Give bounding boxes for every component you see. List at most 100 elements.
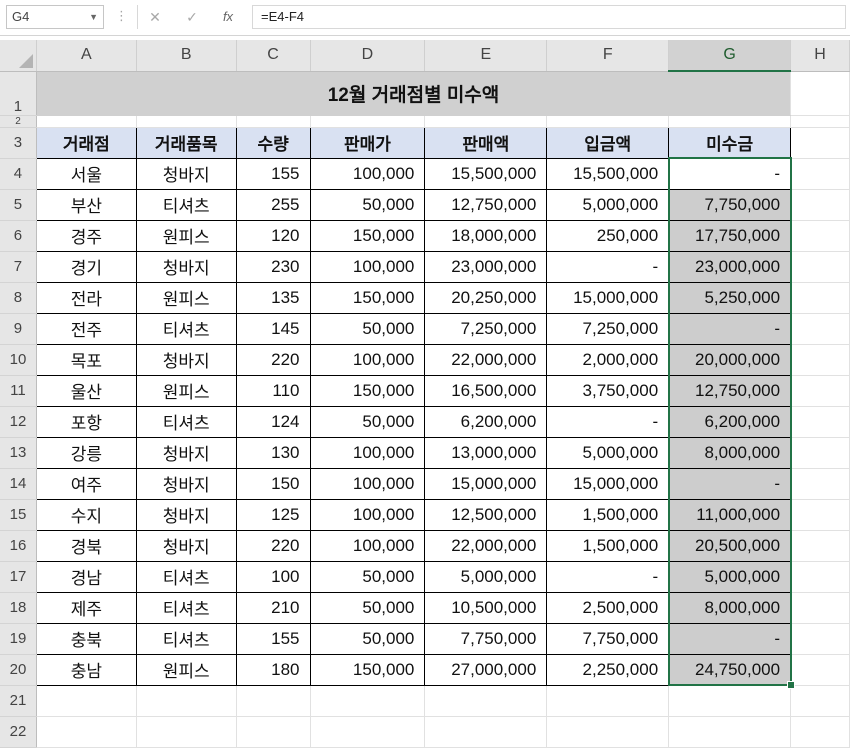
row-header-21[interactable]: 21 bbox=[0, 685, 37, 717]
cell-g22[interactable] bbox=[668, 716, 792, 748]
cell-h[interactable] bbox=[790, 282, 850, 314]
cell-h2[interactable] bbox=[790, 115, 850, 128]
cell-g21[interactable] bbox=[668, 685, 792, 717]
paid-cell[interactable]: 5,000,000 bbox=[546, 188, 670, 221]
column-header-b[interactable]: B bbox=[136, 40, 237, 72]
price-cell[interactable]: 100,000 bbox=[309, 498, 426, 531]
sales-cell[interactable]: 7,250,000 bbox=[424, 312, 548, 345]
cell-b22[interactable] bbox=[136, 716, 237, 748]
cell-c2[interactable] bbox=[236, 115, 311, 128]
cell-h[interactable] bbox=[790, 375, 850, 407]
qty-cell[interactable]: 155 bbox=[235, 157, 311, 190]
store-cell[interactable]: 울산 bbox=[35, 374, 137, 407]
item-cell[interactable]: 원피스 bbox=[135, 219, 237, 252]
cell-b21[interactable] bbox=[136, 685, 237, 717]
row-header[interactable]: 11 bbox=[0, 375, 37, 407]
sales-cell[interactable]: 12,500,000 bbox=[424, 498, 548, 531]
cell-h1[interactable] bbox=[790, 71, 850, 116]
qty-cell[interactable]: 125 bbox=[235, 498, 311, 531]
price-cell[interactable]: 50,000 bbox=[309, 312, 426, 345]
cell-d22[interactable] bbox=[310, 716, 426, 748]
item-cell[interactable]: 티셔츠 bbox=[135, 560, 237, 593]
due-cell[interactable]: 6,200,000 bbox=[668, 405, 792, 438]
sales-cell[interactable]: 16,500,000 bbox=[424, 374, 548, 407]
item-cell[interactable]: 청바지 bbox=[135, 343, 237, 376]
store-cell[interactable]: 경기 bbox=[35, 250, 137, 283]
cell-h[interactable] bbox=[790, 468, 850, 500]
price-cell[interactable]: 50,000 bbox=[309, 405, 426, 438]
cell-f21[interactable] bbox=[546, 685, 670, 717]
sales-cell[interactable]: 5,000,000 bbox=[424, 560, 548, 593]
cell-h[interactable] bbox=[790, 406, 850, 438]
cell-c22[interactable] bbox=[236, 716, 311, 748]
store-cell[interactable]: 충북 bbox=[35, 622, 137, 655]
cell-h[interactable] bbox=[790, 654, 850, 686]
store-cell[interactable]: 경주 bbox=[35, 219, 137, 252]
cell-h22[interactable] bbox=[790, 716, 850, 748]
row-header[interactable]: 16 bbox=[0, 530, 37, 562]
sales-cell[interactable]: 20,250,000 bbox=[424, 281, 548, 314]
cell-h[interactable] bbox=[790, 158, 850, 190]
cell-a22[interactable] bbox=[36, 716, 137, 748]
row-header[interactable]: 12 bbox=[0, 406, 37, 438]
row-header-1[interactable]: 1 bbox=[0, 71, 37, 116]
price-cell[interactable]: 100,000 bbox=[309, 529, 426, 562]
due-cell[interactable]: 8,000,000 bbox=[668, 591, 792, 624]
item-cell[interactable]: 청바지 bbox=[135, 436, 237, 469]
qty-cell[interactable]: 100 bbox=[235, 560, 311, 593]
cell-h[interactable] bbox=[790, 344, 850, 376]
store-cell[interactable]: 포항 bbox=[35, 405, 137, 438]
paid-cell[interactable]: 1,500,000 bbox=[546, 529, 670, 562]
header-qty[interactable]: 수량 bbox=[235, 126, 311, 159]
due-cell[interactable]: 20,500,000 bbox=[668, 529, 792, 562]
paid-cell[interactable]: - bbox=[546, 405, 670, 438]
item-cell[interactable]: 원피스 bbox=[135, 653, 237, 686]
cell-h[interactable] bbox=[790, 592, 850, 624]
row-header[interactable]: 15 bbox=[0, 499, 37, 531]
row-header[interactable]: 10 bbox=[0, 344, 37, 376]
store-cell[interactable]: 목포 bbox=[35, 343, 137, 376]
row-header[interactable]: 4 bbox=[0, 158, 37, 190]
item-cell[interactable]: 티셔츠 bbox=[135, 591, 237, 624]
chevron-down-icon[interactable]: ▼ bbox=[89, 6, 98, 28]
row-header[interactable]: 5 bbox=[0, 189, 37, 221]
qty-cell[interactable]: 155 bbox=[235, 622, 311, 655]
qty-cell[interactable]: 255 bbox=[235, 188, 311, 221]
header-price[interactable]: 판매가 bbox=[309, 126, 426, 159]
paid-cell[interactable]: - bbox=[546, 250, 670, 283]
store-cell[interactable]: 서울 bbox=[35, 157, 137, 190]
cell-c21[interactable] bbox=[236, 685, 311, 717]
cell-h[interactable] bbox=[790, 530, 850, 562]
cell-h[interactable] bbox=[790, 189, 850, 221]
qty-cell[interactable]: 180 bbox=[235, 653, 311, 686]
price-cell[interactable]: 100,000 bbox=[309, 343, 426, 376]
paid-cell[interactable]: 7,250,000 bbox=[546, 312, 670, 345]
due-cell[interactable]: - bbox=[668, 467, 792, 500]
price-cell[interactable]: 150,000 bbox=[309, 281, 426, 314]
sales-cell[interactable]: 22,000,000 bbox=[424, 343, 548, 376]
row-header[interactable]: 8 bbox=[0, 282, 37, 314]
due-cell[interactable]: 20,000,000 bbox=[668, 343, 792, 376]
column-header-a[interactable]: A bbox=[36, 40, 137, 72]
store-cell[interactable]: 충남 bbox=[35, 653, 137, 686]
cell-a2[interactable] bbox=[36, 115, 137, 128]
more-options-icon[interactable]: ⋮ bbox=[115, 8, 128, 24]
item-cell[interactable]: 청바지 bbox=[135, 467, 237, 500]
sales-cell[interactable]: 22,000,000 bbox=[424, 529, 548, 562]
price-cell[interactable]: 100,000 bbox=[309, 467, 426, 500]
row-header[interactable]: 13 bbox=[0, 437, 37, 469]
qty-cell[interactable]: 230 bbox=[235, 250, 311, 283]
qty-cell[interactable]: 220 bbox=[235, 529, 311, 562]
cell-f22[interactable] bbox=[546, 716, 670, 748]
header-due[interactable]: 미수금 bbox=[668, 126, 792, 159]
cell-g2[interactable] bbox=[668, 115, 792, 128]
cell-d2[interactable] bbox=[310, 115, 426, 128]
cell-h[interactable] bbox=[790, 220, 850, 252]
column-header-h[interactable]: H bbox=[790, 40, 850, 72]
qty-cell[interactable]: 145 bbox=[235, 312, 311, 345]
name-box[interactable]: G4 ▼ bbox=[6, 5, 104, 29]
due-cell[interactable]: 8,000,000 bbox=[668, 436, 792, 469]
column-header-d[interactable]: D bbox=[310, 40, 426, 72]
price-cell[interactable]: 100,000 bbox=[309, 250, 426, 283]
cell-h[interactable] bbox=[790, 623, 850, 655]
